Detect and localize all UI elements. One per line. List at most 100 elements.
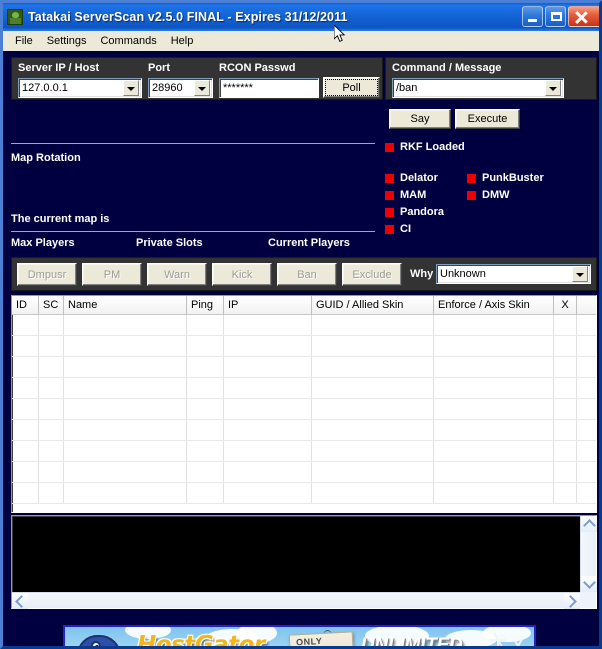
cell-spacer <box>577 462 596 482</box>
cell-ping <box>187 315 224 335</box>
status-led-icon <box>385 173 394 183</box>
table-row[interactable] <box>12 483 596 504</box>
column-header-guid-allied-skin[interactable]: GUID / Allied Skin <box>312 296 434 314</box>
command-message-combo[interactable]: /ban <box>392 78 564 98</box>
cell-ip <box>224 483 312 503</box>
minimize-button[interactable] <box>522 6 543 27</box>
banner-unlimited-text: UNLIMITED <box>361 635 463 649</box>
exclude-button[interactable]: Exclude <box>342 263 402 286</box>
column-header-ping[interactable]: Ping <box>187 296 224 314</box>
server-ip-combo[interactable]: 127.0.0.1 <box>18 78 142 98</box>
player-list-grid[interactable]: ID SC Name Ping IP GUID / Allied Skin En… <box>11 295 597 513</box>
cell-x <box>554 462 577 482</box>
pm-button[interactable]: PM <box>82 263 142 286</box>
menu-item-file[interactable]: File <box>8 33 40 49</box>
cell-guid <box>312 336 434 356</box>
column-header-ip[interactable]: IP <box>224 296 312 314</box>
ban-button[interactable]: Ban <box>277 263 337 286</box>
chevron-down-icon[interactable] <box>572 266 588 282</box>
hostgator-banner-ad[interactable]: HostGator GREEN WEB HOSTING ONLY $4.95 /… <box>63 625 536 649</box>
kick-button[interactable]: Kick <box>212 263 272 286</box>
cell-id <box>12 336 39 356</box>
table-row[interactable] <box>12 357 596 378</box>
poll-button[interactable]: Poll <box>323 77 380 98</box>
rcon-password-input[interactable]: ******* <box>219 78 319 98</box>
cell-id <box>12 399 39 419</box>
status-ci: CI <box>385 223 411 235</box>
app-icon <box>7 9 23 25</box>
table-row[interactable] <box>12 420 596 441</box>
console-output-text <box>14 518 578 590</box>
window-controls <box>522 6 599 27</box>
warn-button[interactable]: Warn <box>147 263 207 286</box>
table-row[interactable] <box>12 378 596 399</box>
cell-ping <box>187 462 224 482</box>
column-header-id[interactable]: ID <box>12 296 39 314</box>
server-connection-panel: Server IP / Host 127.0.0.1 Port 28960 RC… <box>11 57 383 100</box>
why-combo[interactable]: Unknown <box>436 264 591 284</box>
cell-ip <box>224 336 312 356</box>
console-output-panel <box>11 515 597 609</box>
maximize-button[interactable] <box>545 6 566 27</box>
close-button[interactable] <box>568 6 599 27</box>
cell-id <box>12 441 39 461</box>
say-button[interactable]: Say <box>389 109 451 129</box>
cell-sc <box>39 336 64 356</box>
scroll-left-icon[interactable] <box>12 593 28 609</box>
cell-name <box>64 483 187 503</box>
status-led-icon <box>385 207 394 217</box>
menu-item-help[interactable]: Help <box>164 33 201 49</box>
why-value: Unknown <box>440 268 486 280</box>
cell-id <box>12 420 39 440</box>
port-value: 28960 <box>152 82 183 94</box>
main-content: Server IP / Host 127.0.0.1 Port 28960 RC… <box>3 51 599 646</box>
status-led-icon <box>385 142 394 152</box>
cell-spacer <box>577 315 596 335</box>
cell-ip <box>224 378 312 398</box>
table-row[interactable] <box>12 399 596 420</box>
cell-ping <box>187 357 224 377</box>
scroll-down-icon[interactable] <box>581 576 597 592</box>
cell-ping <box>187 420 224 440</box>
dmpusr-button[interactable]: Dmpusr <box>17 263 77 286</box>
column-header-enforce-axis-skin[interactable]: Enforce / Axis Skin <box>434 296 554 314</box>
player-list-header: ID SC Name Ping IP GUID / Allied Skin En… <box>12 296 596 315</box>
cell-name <box>64 378 187 398</box>
cell-ping <box>187 441 224 461</box>
status-rkf-loaded: RKF Loaded <box>385 141 465 153</box>
cell-ping <box>187 483 224 503</box>
console-horizontal-scrollbar[interactable] <box>12 592 580 609</box>
cell-guid <box>312 483 434 503</box>
table-row[interactable] <box>12 441 596 462</box>
chevron-down-icon[interactable] <box>545 80 561 96</box>
port-combo[interactable]: 28960 <box>148 78 213 98</box>
cell-name <box>64 315 187 335</box>
execute-button[interactable]: Execute <box>455 109 520 129</box>
command-message-panel: Command / Message /ban <box>385 57 597 100</box>
column-header-sc[interactable]: SC <box>39 296 64 314</box>
menu-item-settings[interactable]: Settings <box>40 33 94 49</box>
chevron-down-icon[interactable] <box>123 80 139 96</box>
cell-id <box>12 483 39 503</box>
chevron-down-icon[interactable] <box>194 80 210 96</box>
table-row[interactable] <box>12 462 596 483</box>
table-row[interactable] <box>12 336 596 357</box>
column-header-x[interactable]: X <box>554 296 577 314</box>
column-header-name[interactable]: Name <box>64 296 187 314</box>
pm-button-label: PM <box>103 268 121 281</box>
table-row[interactable] <box>12 315 596 336</box>
menu-item-commands[interactable]: Commands <box>93 33 163 49</box>
minimize-icon <box>528 19 537 22</box>
server-ip-label: Server IP / Host <box>18 62 100 74</box>
cell-sc <box>39 315 64 335</box>
cell-guid <box>312 462 434 482</box>
cell-sc <box>39 441 64 461</box>
scroll-up-icon[interactable] <box>581 516 597 532</box>
status-led-icon <box>467 190 476 200</box>
scroll-right-icon[interactable] <box>564 593 580 609</box>
map-rotation-label: Map Rotation <box>11 152 81 164</box>
title-bar: Tatakai ServerScan v2.5.0 FINAL - Expire… <box>3 3 599 31</box>
cell-ping <box>187 336 224 356</box>
cell-ip <box>224 315 312 335</box>
console-vertical-scrollbar[interactable] <box>580 516 597 592</box>
